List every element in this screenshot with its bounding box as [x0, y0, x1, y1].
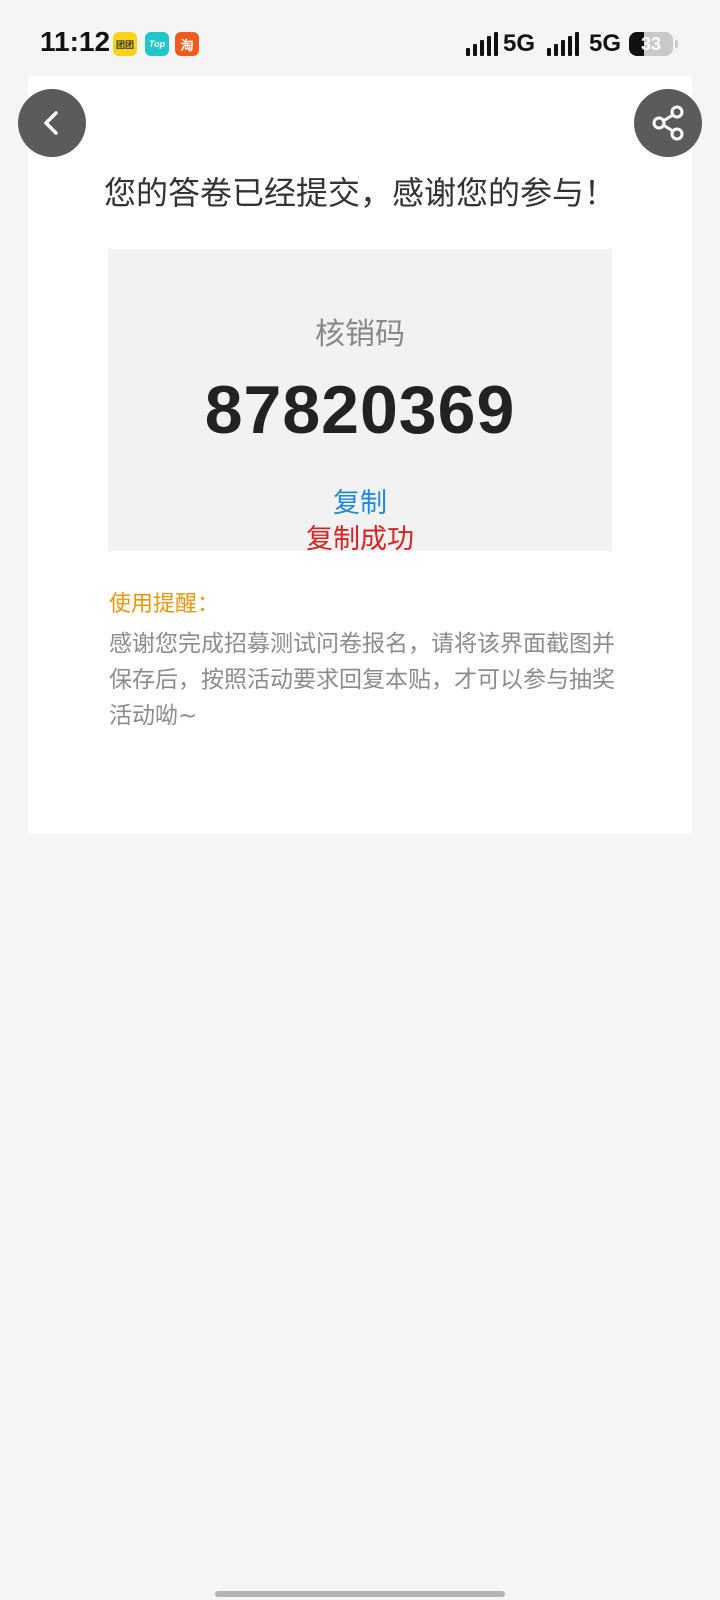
meituan-style-app-icon: 团团 — [113, 32, 137, 56]
copy-success-message: 复制成功 — [306, 524, 414, 555]
battery-tip — [675, 40, 678, 48]
top-app-icon: Top — [145, 32, 169, 56]
share-button[interactable] — [634, 89, 702, 157]
verification-code-box: 核销码 87820369 复制 复制成功 — [108, 249, 612, 555]
chevron-left-icon — [44, 111, 58, 135]
taobao-app-icon: 淘 — [175, 32, 199, 56]
battery-icon: 33 — [629, 32, 673, 56]
home-indicator[interactable] — [215, 1591, 505, 1597]
back-button[interactable] — [18, 89, 86, 157]
submission-headline: 您的答卷已经提交，感谢您的参与！ — [103, 174, 616, 212]
verification-code-value: 87820369 — [204, 372, 516, 448]
usage-tip-body: 感谢您完成招募测试问卷报名，请将该界面截图并保存后，按照活动要求回复本贴，才可以… — [109, 631, 615, 729]
signal-strength-icon — [466, 32, 498, 56]
share-icon — [652, 105, 684, 141]
network-type-label: 5G — [503, 30, 536, 57]
usage-tip-title: 使用提醒： — [109, 592, 220, 617]
verification-code-label: 核销码 — [315, 317, 405, 352]
network-type-label-2: 5G — [589, 30, 622, 57]
signal-strength-icon-2 — [547, 32, 579, 56]
status-time: 11:12 — [40, 26, 111, 57]
copy-button[interactable]: 复制 — [108, 481, 612, 520]
battery-level: 33 — [640, 33, 662, 54]
